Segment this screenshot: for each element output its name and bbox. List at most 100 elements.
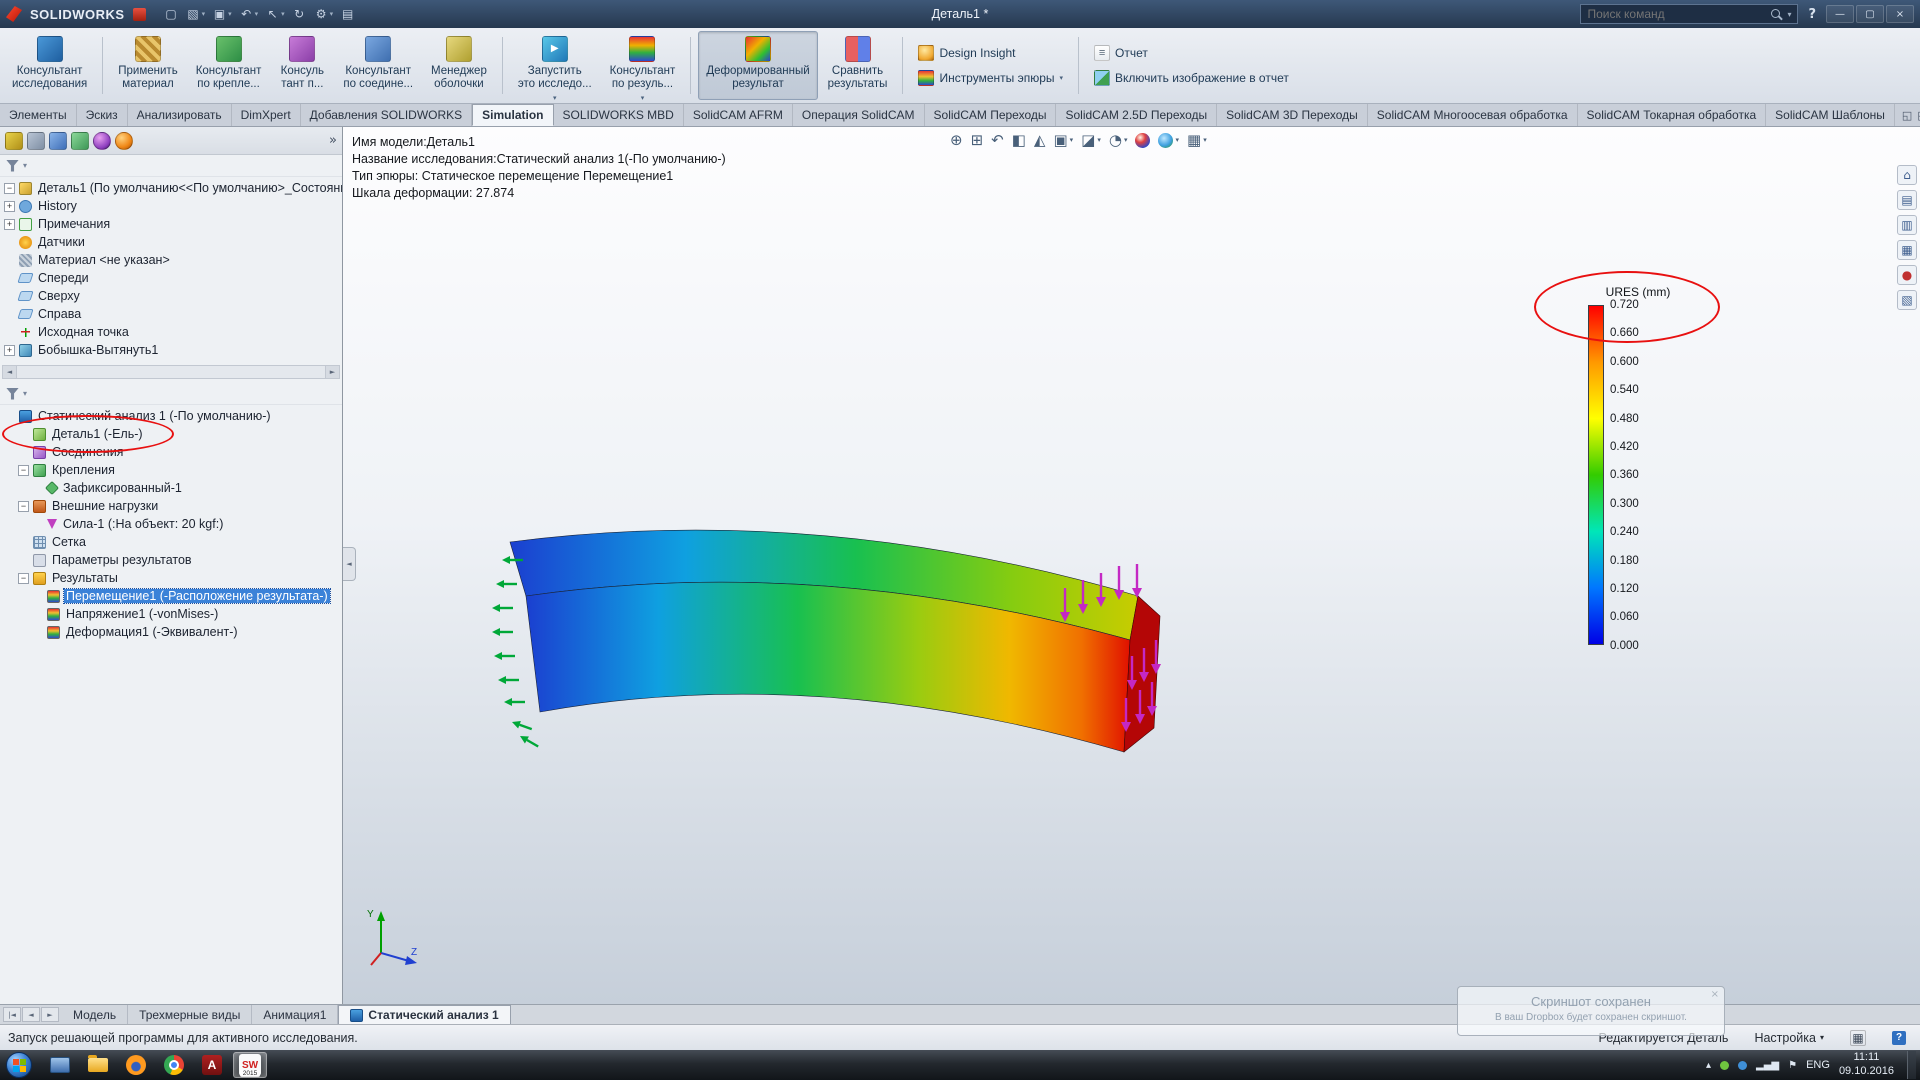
- select-button[interactable]: ↖▾: [265, 7, 285, 21]
- annotations-visibility-icon[interactable]: ◭: [1034, 131, 1046, 149]
- sim-tree-item[interactable]: Деформация1 (-Эквивалент-): [0, 623, 342, 641]
- sim-tree-item[interactable]: Зафиксированный-1: [0, 479, 342, 497]
- command-tab[interactable]: Добавления SOLIDWORKS: [301, 104, 473, 126]
- command-tab[interactable]: Simulation: [472, 104, 553, 126]
- tree-expander-icon[interactable]: +: [4, 219, 15, 230]
- model-tab[interactable]: Трехмерные виды: [128, 1005, 252, 1024]
- antivirus-status-icon[interactable]: [1720, 1061, 1729, 1070]
- feature-manager-tab-icon[interactable]: [5, 132, 23, 150]
- toast-close-icon[interactable]: ×: [1711, 989, 1719, 1000]
- design-library-icon[interactable]: ▤: [1897, 190, 1917, 210]
- tree-expander-icon[interactable]: −: [18, 465, 29, 476]
- options-button[interactable]: ⚙▾: [314, 7, 334, 21]
- previous-view-icon[interactable]: ↶: [991, 131, 1004, 149]
- filter-icon[interactable]: [6, 160, 19, 172]
- open-document-button[interactable]: ▧▾: [186, 7, 206, 21]
- tree-expander-icon[interactable]: +: [4, 201, 15, 212]
- model-tab[interactable]: Статический анализ 1: [338, 1005, 510, 1024]
- study-advisor-button[interactable]: Консультантисследования: [4, 31, 95, 100]
- sync-status-icon[interactable]: [1738, 1061, 1747, 1070]
- command-tab[interactable]: Эскиз: [77, 104, 128, 126]
- save-document-button[interactable]: ▣▾: [212, 7, 232, 21]
- command-tab[interactable]: SolidCAM Многоосевая обработка: [1368, 104, 1578, 126]
- plot-tools-button[interactable]: Инструменты эпюры▾: [918, 70, 1063, 86]
- feature-tree-item[interactable]: Исходная точка: [0, 323, 342, 341]
- command-tab[interactable]: SolidCAM Шаблоны: [1766, 104, 1895, 126]
- app-window-taskbar-button[interactable]: [43, 1052, 77, 1078]
- command-tab[interactable]: Элементы: [0, 104, 77, 126]
- new-document-button[interactable]: ▢: [164, 7, 179, 21]
- scroll-prev-button[interactable]: ◄: [22, 1007, 40, 1022]
- fixtures-advisor-button[interactable]: Консультантпо крепле...: [188, 31, 270, 100]
- feature-tree-item[interactable]: Сверху: [0, 287, 342, 305]
- sim-tree-item[interactable]: Деталь1 (-Ель-): [0, 425, 342, 443]
- zoom-fit-icon[interactable]: ⊕: [950, 131, 963, 149]
- filter-icon[interactable]: [6, 388, 19, 400]
- run-study-button[interactable]: Запуститьэто исследо...▾: [510, 31, 600, 100]
- feature-tree-item[interactable]: +Бобышка-Вытянуть1: [0, 341, 342, 359]
- status-grid-icon[interactable]: ▦: [1850, 1030, 1866, 1046]
- rebuild-button[interactable]: ↻: [292, 7, 307, 21]
- resources-icon[interactable]: ⌂: [1897, 165, 1917, 185]
- feature-tree-item[interactable]: Материал <не указан>: [0, 251, 342, 269]
- explorer-taskbar-button[interactable]: [81, 1052, 115, 1078]
- property-manager-tab-icon[interactable]: [27, 132, 45, 150]
- file-explorer-icon[interactable]: ▥: [1897, 215, 1917, 235]
- feature-tree-item[interactable]: Справа: [0, 305, 342, 323]
- simulation-advisor-tab-icon[interactable]: [115, 132, 133, 150]
- tray-expand-icon[interactable]: ▴: [1706, 1060, 1711, 1071]
- splitter-left-icon[interactable]: ◄: [3, 366, 17, 378]
- hide-show-items-icon[interactable]: ◔▾: [1109, 131, 1128, 149]
- browser-taskbar-button[interactable]: [157, 1052, 191, 1078]
- network-icon[interactable]: ▂▄▆: [1756, 1060, 1779, 1071]
- display-manager-tab-icon[interactable]: [93, 132, 111, 150]
- sim-tree-item[interactable]: −Результаты: [0, 569, 342, 587]
- configuration-manager-tab-icon[interactable]: [49, 132, 67, 150]
- undo-button[interactable]: ↶▾: [239, 7, 259, 21]
- command-tab[interactable]: SolidCAM Переходы: [925, 104, 1057, 126]
- help-icon[interactable]: ?: [1808, 7, 1816, 22]
- acad-taskbar-button[interactable]: A: [195, 1052, 229, 1078]
- view-palette-icon[interactable]: ▦: [1897, 240, 1917, 260]
- customize-status-button[interactable]: Настройка ▾: [1754, 1031, 1824, 1045]
- firefox-taskbar-button[interactable]: [119, 1052, 153, 1078]
- loads-advisor-button[interactable]: Консультант п...: [271, 31, 333, 100]
- maximize-button[interactable]: ▢: [1856, 5, 1884, 23]
- design-insight-button[interactable]: Design Insight: [918, 45, 1063, 61]
- pin-tab-bar-icon[interactable]: ◱: [1902, 109, 1912, 122]
- tree-expander-icon[interactable]: −: [4, 183, 15, 194]
- connections-advisor-button[interactable]: Консультантпо соедине...: [335, 31, 421, 100]
- command-tab[interactable]: Операция SolidCAM: [793, 104, 925, 126]
- model-tab[interactable]: Анимация1: [252, 1005, 338, 1024]
- status-help-icon[interactable]: ?: [1892, 1031, 1906, 1045]
- feature-tree-item[interactable]: +Примечания: [0, 215, 342, 233]
- display-style-icon[interactable]: ◪▾: [1081, 131, 1101, 149]
- sim-tree-item[interactable]: Напряжение1 (-vonMises-): [0, 605, 342, 623]
- panel-collapse-button[interactable]: ◄: [343, 547, 356, 581]
- language-indicator[interactable]: ENG: [1806, 1059, 1830, 1071]
- file-properties-button[interactable]: ▤: [340, 7, 355, 21]
- panel-expand-icon[interactable]: »: [329, 133, 337, 148]
- sim-tree-item[interactable]: −Крепления: [0, 461, 342, 479]
- filter-caret-icon[interactable]: ▾: [23, 161, 27, 170]
- feature-tree-item[interactable]: +History: [0, 197, 342, 215]
- appearances-icon[interactable]: ●: [1897, 265, 1917, 285]
- feature-tree-item[interactable]: −Деталь1 (По умолчанию<<По умолчанию>_Со…: [0, 179, 342, 197]
- scroll-first-button[interactable]: |◄: [3, 1007, 21, 1022]
- sim-tree-item[interactable]: Сетка: [0, 533, 342, 551]
- apply-material-button[interactable]: Применитьматериал: [110, 31, 185, 100]
- command-tab[interactable]: SolidCAM Токарная обработка: [1578, 104, 1767, 126]
- edit-appearance-icon[interactable]: [1135, 133, 1150, 148]
- include-image-button[interactable]: Включить изображение в отчет: [1094, 70, 1289, 86]
- zoom-area-icon[interactable]: ⊞: [971, 131, 984, 149]
- apply-scene-icon[interactable]: ▾: [1158, 133, 1179, 148]
- graphics-area[interactable]: Имя модели:Деталь1Название исследования:…: [343, 127, 1920, 1004]
- tree-expander-icon[interactable]: −: [18, 501, 29, 512]
- splitter-right-icon[interactable]: ►: [325, 366, 339, 378]
- custom-properties-icon[interactable]: ▧: [1897, 290, 1917, 310]
- report-button[interactable]: Отчет: [1094, 45, 1289, 61]
- close-button[interactable]: ×: [1886, 5, 1914, 23]
- show-desktop-button[interactable]: [1907, 1051, 1916, 1079]
- dimxpert-manager-tab-icon[interactable]: [71, 132, 89, 150]
- scroll-next-button[interactable]: ►: [41, 1007, 59, 1022]
